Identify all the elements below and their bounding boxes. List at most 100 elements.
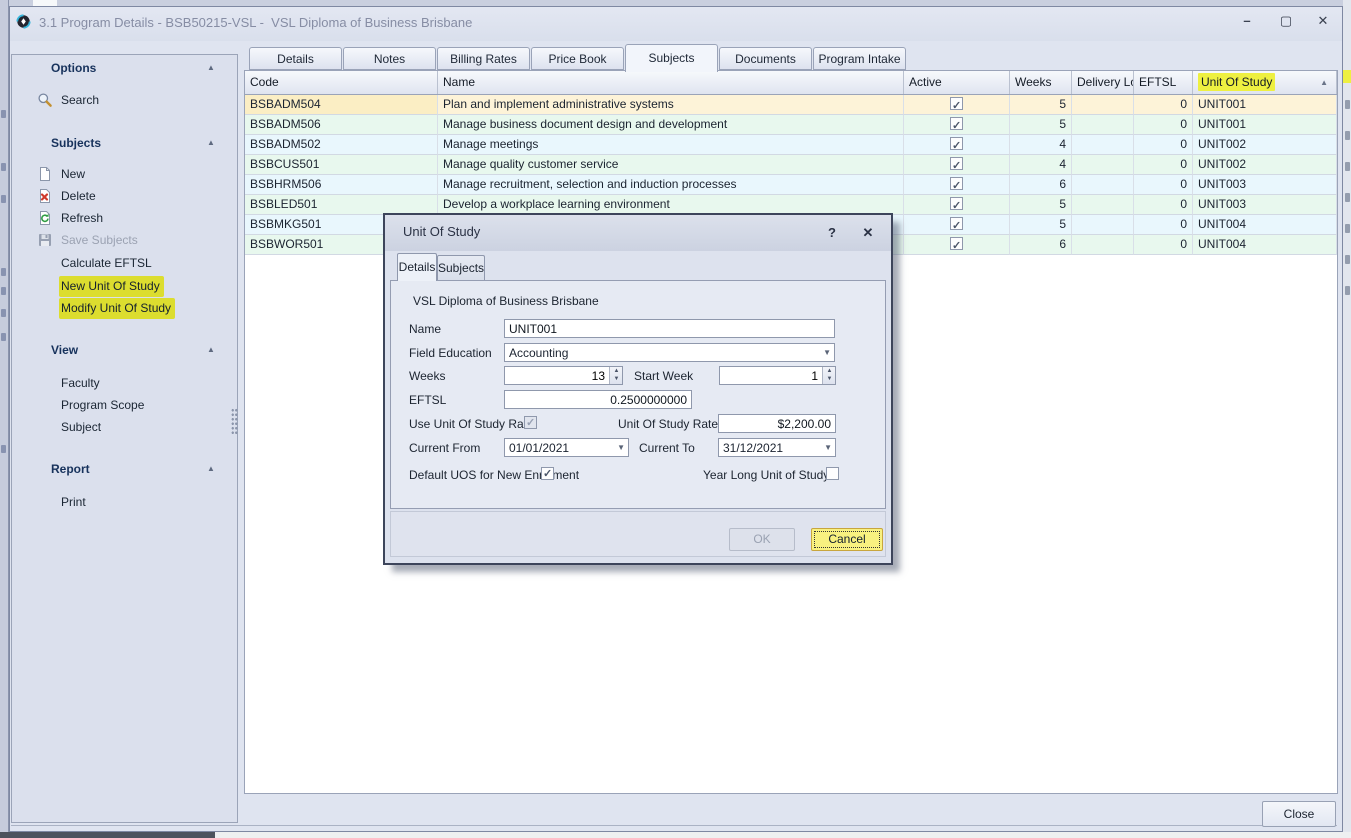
name-input[interactable] (504, 319, 835, 338)
tab-program-intake[interactable]: Program Intake (813, 47, 906, 70)
table-row[interactable]: BSBADM506 Manage business document desig… (245, 115, 1337, 135)
field-education-dropdown[interactable]: Accounting ▼ (504, 343, 835, 362)
section-header-report: Report (51, 462, 90, 478)
cell-weeks: 6 (1010, 235, 1072, 255)
table-row[interactable]: BSBLED501 Develop a workplace learning e… (245, 195, 1337, 215)
start-week-stepper[interactable] (719, 366, 836, 385)
cell-code: BSBADM502 (245, 135, 438, 155)
sort-ascending-icon: ▲ (1320, 71, 1328, 94)
use-rate-label: Use Unit Of Study Rate (409, 416, 534, 432)
spinner-arrows-icon[interactable] (822, 367, 835, 384)
table-row[interactable]: BSBADM504 Plan and implement administrat… (245, 95, 1337, 115)
collapse-arrow-icon[interactable]: ▲ (204, 343, 218, 357)
default-uos-checkbox[interactable] (541, 467, 554, 480)
column-header-active[interactable]: Active (904, 71, 1010, 94)
active-checkbox[interactable] (950, 237, 963, 250)
spinner-arrows-icon[interactable] (609, 367, 622, 384)
cell-active (904, 135, 1010, 155)
cell-delivery-location (1072, 215, 1134, 235)
table-header: Code Name Active Weeks Delivery Loca EFT… (245, 71, 1337, 95)
tab-subjects[interactable]: Subjects (625, 44, 718, 72)
chevron-down-icon: ▼ (617, 443, 625, 452)
edge-highlight-fragment (1343, 70, 1351, 83)
tab-details[interactable]: Details (249, 47, 342, 70)
close-icon[interactable]: ✕ (858, 223, 878, 243)
close-button[interactable]: Close (1262, 801, 1336, 827)
cell-weeks: 5 (1010, 115, 1072, 135)
window-title: 3.1 Program Details - BSB50215-VSL - VSL… (39, 13, 472, 33)
dialog-titlebar: Unit Of Study ? ✕ (385, 215, 891, 251)
minimize-button[interactable]: – (1234, 11, 1260, 31)
cell-eftsl: 0 (1134, 135, 1193, 155)
column-header-delivery-location[interactable]: Delivery Loca (1072, 71, 1134, 94)
maximize-button[interactable]: ▢ (1273, 11, 1299, 31)
help-icon[interactable]: ? (822, 223, 842, 243)
refresh-icon (37, 210, 53, 226)
eftsl-input[interactable] (504, 390, 692, 409)
underlying-window-left-edge (0, 0, 9, 838)
collapse-arrow-icon[interactable]: ▲ (204, 136, 218, 150)
splitter-handle[interactable] (231, 408, 238, 434)
chevron-down-icon: ▼ (824, 443, 832, 452)
cell-eftsl: 0 (1134, 95, 1193, 115)
year-long-checkbox[interactable] (826, 467, 839, 480)
weeks-stepper[interactable] (504, 366, 623, 385)
chevron-down-icon: ▼ (823, 348, 831, 357)
active-checkbox[interactable] (950, 217, 963, 230)
cell-delivery-location (1072, 195, 1134, 215)
column-header-weeks[interactable]: Weeks (1010, 71, 1072, 94)
rate-input[interactable] (718, 414, 836, 433)
cell-eftsl: 0 (1134, 215, 1193, 235)
column-header-unit-of-study[interactable]: Unit Of Study ▲ (1193, 71, 1337, 94)
table-row[interactable]: BSBADM502 Manage meetings 4 0 UNIT002 (245, 135, 1337, 155)
cell-delivery-location (1072, 95, 1134, 115)
search-icon (37, 92, 53, 108)
active-checkbox[interactable] (950, 97, 963, 110)
dialog-tab-details[interactable]: Details (397, 253, 437, 281)
cell-eftsl: 0 (1134, 115, 1193, 135)
cell-delivery-location (1072, 175, 1134, 195)
active-checkbox[interactable] (950, 157, 963, 170)
desktop-edge (215, 832, 1351, 838)
tab-price-book[interactable]: Price Book (531, 47, 624, 70)
cell-eftsl: 0 (1134, 175, 1193, 195)
cell-code: BSBADM506 (245, 115, 438, 135)
eftsl-label: EFTSL (409, 392, 446, 408)
column-header-eftsl[interactable]: EFTSL (1134, 71, 1193, 94)
cell-weeks: 4 (1010, 135, 1072, 155)
highlighted-label: New Unit Of Study (59, 276, 164, 297)
rate-label: Unit Of Study Rate (618, 416, 718, 432)
current-from-datepicker[interactable]: 01/01/2021 ▼ (504, 438, 629, 457)
active-checkbox[interactable] (950, 197, 963, 210)
cancel-button[interactable]: Cancel (811, 528, 883, 551)
name-label: Name (409, 321, 441, 337)
app-icon (15, 13, 32, 30)
active-checkbox[interactable] (950, 177, 963, 190)
collapse-arrow-icon[interactable]: ▲ (204, 61, 218, 75)
weeks-label: Weeks (409, 368, 445, 384)
active-checkbox[interactable] (950, 117, 963, 130)
cell-delivery-location (1072, 155, 1134, 175)
delete-icon (37, 188, 53, 204)
active-checkbox[interactable] (950, 137, 963, 150)
column-header-code[interactable]: Code (245, 71, 438, 94)
cell-code: BSBCUS501 (245, 155, 438, 175)
dialog-tab-subjects[interactable]: Subjects (437, 255, 485, 280)
cell-active (904, 115, 1010, 135)
program-name-label: VSL Diploma of Business Brisbane (413, 293, 599, 309)
use-rate-checkbox (524, 416, 537, 429)
current-to-datepicker[interactable]: 31/12/2021 ▼ (718, 438, 836, 457)
section-header-view: View (51, 343, 78, 359)
cell-code: BSBLED501 (245, 195, 438, 215)
current-to-label: Current To (639, 440, 695, 456)
tab-notes[interactable]: Notes (343, 47, 436, 70)
table-row[interactable]: BSBHRM506 Manage recruitment, selection … (245, 175, 1337, 195)
column-header-name[interactable]: Name (438, 71, 904, 94)
tab-billing-rates[interactable]: Billing Rates (437, 47, 530, 70)
close-window-button[interactable]: ✕ (1310, 11, 1336, 31)
collapse-arrow-icon[interactable]: ▲ (204, 462, 218, 476)
section-header-options: Options (51, 61, 96, 77)
tab-documents[interactable]: Documents (719, 47, 812, 70)
unit-of-study-dialog: Unit Of Study ? ✕ Details Subjects VSL D… (383, 213, 893, 565)
table-row[interactable]: BSBCUS501 Manage quality customer servic… (245, 155, 1337, 175)
